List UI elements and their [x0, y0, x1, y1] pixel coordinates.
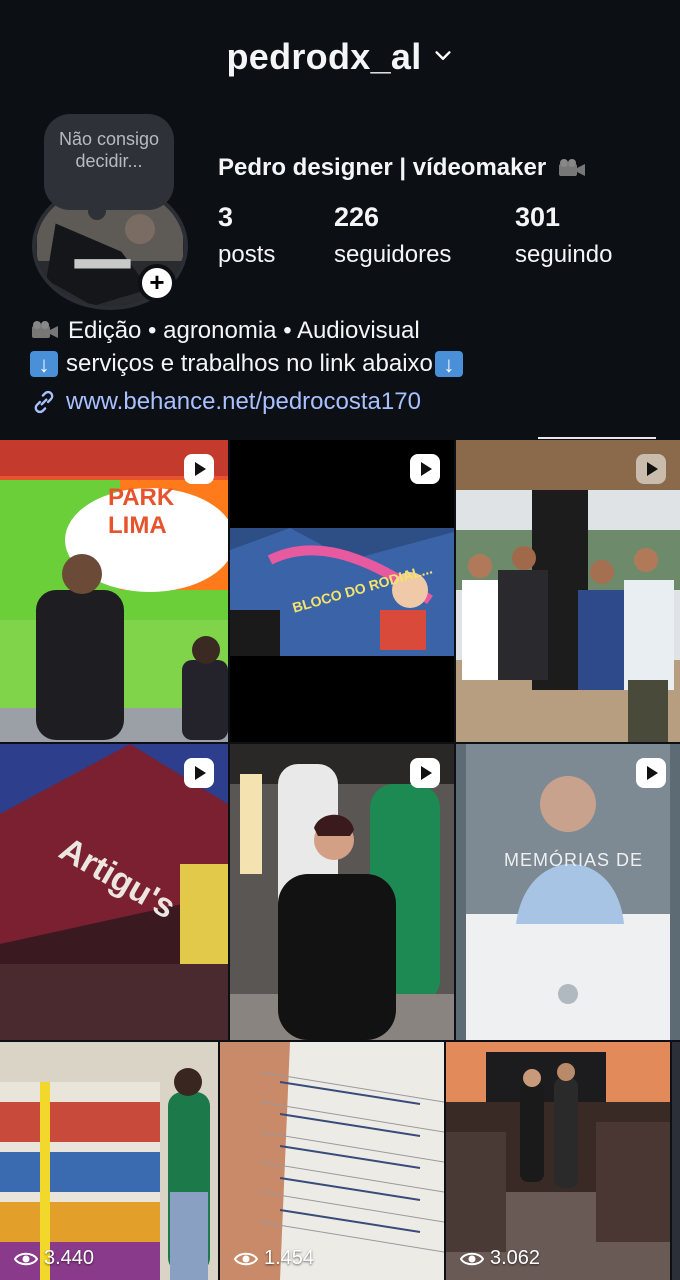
video-camera-icon	[32, 320, 58, 338]
post-thumbnail	[230, 744, 454, 1040]
bio-line: serviços e trabalhos no link abaixo	[30, 347, 471, 381]
link-icon	[34, 390, 54, 414]
profile-note[interactable]: Não consigo decidir...	[44, 114, 174, 220]
grid-post[interactable]	[230, 744, 454, 1040]
reel-icon	[636, 454, 666, 484]
view-count: 3.062	[460, 1247, 540, 1270]
stat-posts-value: 3	[218, 202, 234, 232]
username: pedrodx_al	[226, 36, 422, 77]
bio-line: Edição • agronomia • Audiovisual	[30, 314, 471, 347]
stat-following-value: 301	[515, 202, 561, 232]
grid-post[interactable]: BLOCO DO RODIAL...	[230, 440, 454, 742]
bio-line-1: Edição • agronomia • Audiovisual	[68, 317, 420, 344]
bio-line-2: serviços e trabalhos no link abaixo	[66, 350, 433, 377]
view-count-value: 3.440	[44, 1247, 95, 1269]
post-caption: MEMÓRIAS DE	[504, 850, 644, 870]
grid-post[interactable]: Artigu's	[0, 744, 228, 1040]
grid-post-edge	[672, 1042, 680, 1280]
post-thumbnail	[0, 1042, 218, 1280]
grid-post[interactable]: 3.062	[446, 1042, 670, 1280]
post-thumbnail	[446, 1042, 670, 1280]
grid-post[interactable]	[456, 440, 680, 742]
view-count: 3.440	[14, 1247, 94, 1270]
reel-icon	[410, 454, 440, 484]
down-arrow-icon	[30, 348, 58, 381]
profile-header: pedrodx_al	[0, 0, 680, 110]
eye-icon	[460, 1252, 484, 1265]
stat-followers-label: seguidores	[334, 241, 452, 268]
account-switcher[interactable]: pedrodx_al	[0, 36, 680, 78]
tab-indicator	[538, 437, 656, 439]
profile-link-text: www.behance.net/pedrocosta170	[66, 388, 421, 415]
grid-post[interactable]: PARK LIMA	[0, 440, 228, 742]
view-count-value: 3.062	[490, 1247, 541, 1269]
stat-following[interactable]: 301 seguindo	[515, 202, 612, 269]
add-story-button[interactable]: +	[138, 264, 176, 302]
reel-icon	[184, 454, 214, 484]
post-caption: PARK LIMA	[108, 484, 175, 539]
profile-link[interactable]: www.behance.net/pedrocosta170	[30, 388, 421, 416]
stat-posts[interactable]: 3 posts	[218, 202, 275, 269]
bio: Edição • agronomia • Audiovisual serviço…	[30, 314, 471, 381]
posts-grid: PARK LIMA BLOCO DO RODIAL... Artigu's ME…	[0, 440, 680, 1280]
eye-icon	[234, 1252, 258, 1265]
eye-icon	[14, 1252, 38, 1265]
display-name-row: Pedro designer | vídeomaker	[218, 154, 587, 182]
reel-icon	[636, 758, 666, 788]
stat-followers[interactable]: 226 seguidores	[334, 202, 451, 269]
post-thumbnail	[456, 440, 680, 742]
stat-following-label: seguindo	[515, 241, 613, 268]
post-thumbnail	[220, 1042, 444, 1280]
grid-post[interactable]: 3.440	[0, 1042, 218, 1280]
down-arrow-icon	[434, 348, 463, 381]
display-name: Pedro designer | vídeomaker	[218, 154, 547, 181]
stat-posts-label: posts	[218, 241, 276, 268]
grid-post[interactable]: 1.454	[220, 1042, 444, 1280]
reel-icon	[410, 758, 440, 788]
post-thumbnail	[456, 744, 680, 1040]
view-count-value: 1.454	[264, 1247, 315, 1269]
stat-followers-value: 226	[334, 202, 380, 232]
reel-icon	[184, 758, 214, 788]
video-camera-icon	[558, 158, 585, 176]
view-count: 1.454	[234, 1247, 314, 1270]
chevron-down-icon	[434, 51, 451, 61]
grid-post[interactable]: MEMÓRIAS DE	[456, 744, 680, 1040]
